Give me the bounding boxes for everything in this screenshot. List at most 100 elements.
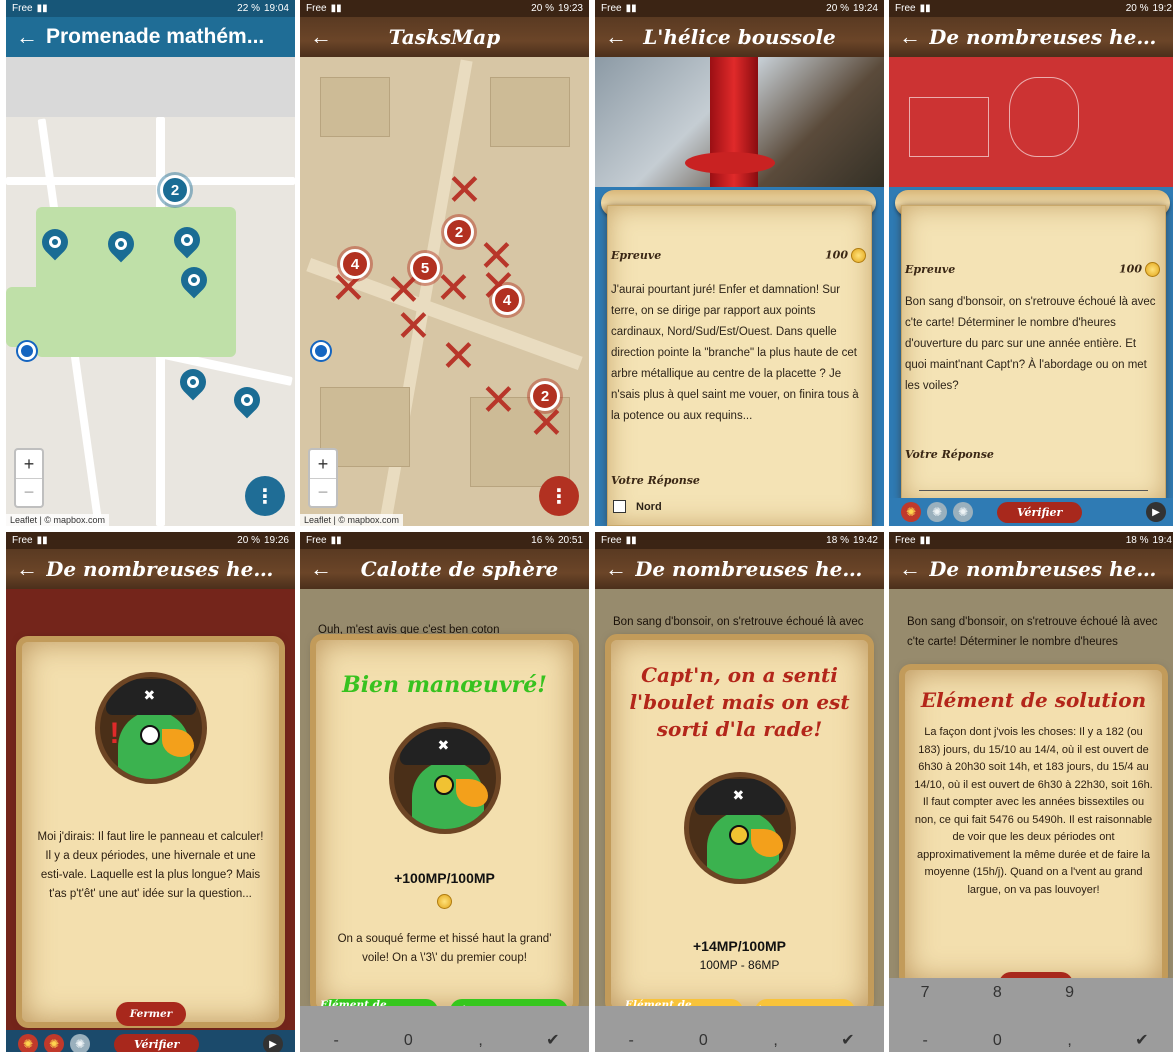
- result-message: On a souqué ferme et hissé haut la grand…: [337, 933, 552, 964]
- key-eight[interactable]: 8: [982, 984, 1012, 1002]
- map-task-marker[interactable]: [174, 363, 212, 401]
- result-heading: Capt'n, on a senti l'boulet mais on est …: [629, 663, 850, 741]
- completed-task-x-icon[interactable]: ✕: [440, 335, 477, 379]
- back-arrow-icon[interactable]: ←: [16, 24, 46, 50]
- phone-screen-solution: Free ▮▮ 18 % 19:4 ← De nombreuses heures! …: [889, 532, 1173, 1052]
- key-confirm[interactable]: ✔: [538, 1030, 568, 1050]
- map-view[interactable]: 2 + − ⋮ Leaflet | © mapbox.com: [6, 57, 295, 526]
- menu-fab-button[interactable]: ⋮: [245, 476, 285, 516]
- menu-fab-button[interactable]: ⋮: [539, 476, 579, 516]
- map-building: [320, 77, 390, 137]
- parrot-happy-icon: ✖: [388, 722, 501, 834]
- phone-screen-question-compass: Free ▮▮ 20 % 19:24 ← L'hélice boussole Epr…: [595, 0, 884, 526]
- page-title: Calotte de sphère: [360, 557, 559, 581]
- hint-bulb-icon[interactable]: ✺: [901, 502, 921, 522]
- map-cluster-marker[interactable]: 2: [444, 217, 474, 247]
- checkbox[interactable]: [613, 500, 626, 513]
- coin-icon: [851, 248, 866, 263]
- carrier-label: Free: [306, 3, 327, 14]
- key-zero[interactable]: 0: [393, 1032, 423, 1050]
- answer-option[interactable]: Nord: [613, 500, 662, 513]
- status-bar: Free ▮▮ 20 % 19:26: [6, 532, 295, 549]
- page-title: De nombreuses heures!: [929, 25, 1168, 49]
- page-title: L'hélice boussole: [643, 25, 836, 49]
- page-title: De nombreuses heures!: [46, 557, 285, 581]
- verify-button[interactable]: Vérifier: [997, 501, 1083, 523]
- map-view[interactable]: ✕ ✕ ✕ ✕ ✕ ✕ ✕ ✕ ✕ ✕ 4 5 2 4 2 + − ⋮ Leaf…: [300, 57, 589, 526]
- zoom-out-button[interactable]: −: [310, 478, 336, 506]
- carrier-label: Free: [12, 535, 33, 546]
- photo-drawing: [1009, 77, 1079, 157]
- answer-input[interactable]: [919, 490, 1148, 491]
- points-badge: 100: [1119, 262, 1160, 277]
- close-button[interactable]: Fermer: [116, 1002, 186, 1026]
- answer-label: Votre Réponse: [611, 474, 700, 487]
- parrot-alert-icon: ✖ !: [94, 672, 207, 784]
- hint-bulb-icon[interactable]: ✺: [18, 1034, 38, 1052]
- key-nine[interactable]: 9: [1055, 984, 1085, 1002]
- clock: 19:26: [263, 535, 289, 546]
- back-arrow-icon[interactable]: ←: [605, 556, 635, 582]
- keypad-row: 7 8 9: [889, 984, 1173, 1002]
- signal-icon: ▮▮: [330, 535, 342, 546]
- completed-task-x-icon[interactable]: ✕: [435, 267, 472, 311]
- hint-bulb-icon[interactable]: ✺: [927, 502, 947, 522]
- map-attribution[interactable]: Leaflet | © mapbox.com: [300, 514, 404, 526]
- skip-icon[interactable]: ▶: [263, 1034, 283, 1052]
- battery-level: 18 %: [826, 535, 849, 546]
- status-bar: Free ▮▮ 18 % 19:4: [889, 532, 1173, 549]
- back-arrow-icon[interactable]: ←: [899, 24, 929, 50]
- key-minus[interactable]: -: [616, 1032, 646, 1050]
- status-bar: Free ▮▮ 18 % 19:42: [595, 532, 884, 549]
- map-attribution[interactable]: Leaflet | © mapbox.com: [6, 514, 110, 526]
- map-task-marker[interactable]: [228, 381, 266, 419]
- battery-level: 16 %: [531, 535, 554, 546]
- key-comma[interactable]: ,: [1055, 1032, 1085, 1050]
- task-photo: [889, 57, 1173, 187]
- key-minus[interactable]: -: [321, 1032, 351, 1050]
- map-cluster-marker[interactable]: 4: [492, 285, 522, 315]
- back-arrow-icon[interactable]: ←: [605, 24, 635, 50]
- question-label: Epreuve: [611, 249, 662, 262]
- carrier-label: Free: [12, 3, 33, 14]
- key-seven[interactable]: 7: [910, 984, 940, 1002]
- back-arrow-icon[interactable]: ←: [310, 556, 340, 582]
- completed-task-x-icon[interactable]: ✕: [446, 169, 483, 213]
- hint-bulb-icon[interactable]: ✺: [44, 1034, 64, 1052]
- photo-disc: [685, 152, 775, 174]
- status-bar: Free ▮▮ 22 % 19:04: [6, 0, 295, 17]
- phone-screen-success: Free ▮▮ 16 % 20:51 ← Calotte de sphère Ouh…: [300, 532, 589, 1052]
- app-bar: ← L'hélice boussole: [595, 17, 884, 57]
- skip-icon[interactable]: ▶: [1146, 502, 1166, 522]
- hint-bulb-icon[interactable]: ✺: [953, 502, 973, 522]
- verify-button[interactable]: Vérifier: [114, 1033, 200, 1052]
- map-cluster-marker[interactable]: 2: [160, 175, 190, 205]
- zoom-in-button[interactable]: +: [310, 450, 336, 478]
- back-arrow-icon[interactable]: ←: [899, 556, 929, 582]
- key-confirm[interactable]: ✔: [833, 1030, 863, 1050]
- zoom-in-button[interactable]: +: [16, 450, 42, 478]
- map-cluster-marker[interactable]: 4: [340, 249, 370, 279]
- key-comma[interactable]: ,: [466, 1032, 496, 1050]
- zoom-out-button[interactable]: −: [16, 478, 42, 506]
- map-park: [6, 287, 46, 347]
- key-zero[interactable]: 0: [982, 1032, 1012, 1050]
- page-title: Promenade mathém...: [46, 25, 265, 48]
- completed-task-x-icon[interactable]: ✕: [480, 379, 517, 423]
- zoom-control: + −: [14, 448, 44, 508]
- back-arrow-icon[interactable]: ←: [310, 24, 340, 50]
- completed-task-x-icon[interactable]: ✕: [395, 305, 432, 349]
- hint-bulb-icon[interactable]: ✺: [70, 1034, 90, 1052]
- key-minus[interactable]: -: [910, 1032, 940, 1050]
- key-zero[interactable]: 0: [688, 1032, 718, 1050]
- map-cluster-marker[interactable]: 5: [410, 253, 440, 283]
- back-arrow-icon[interactable]: ←: [16, 556, 46, 582]
- key-confirm[interactable]: ✔: [1127, 1030, 1157, 1050]
- result-modal: Capt'n, on a senti l'boulet mais on est …: [611, 640, 868, 1008]
- signal-icon: ▮▮: [919, 3, 931, 14]
- map-cluster-marker[interactable]: 2: [530, 381, 560, 411]
- page-title: TasksMap: [388, 25, 501, 49]
- key-comma[interactable]: ,: [761, 1032, 791, 1050]
- hint-modal: ✖ ! Moi j'dirais: Il faut lire le pannea…: [22, 642, 279, 1022]
- signal-icon: ▮▮: [625, 3, 637, 14]
